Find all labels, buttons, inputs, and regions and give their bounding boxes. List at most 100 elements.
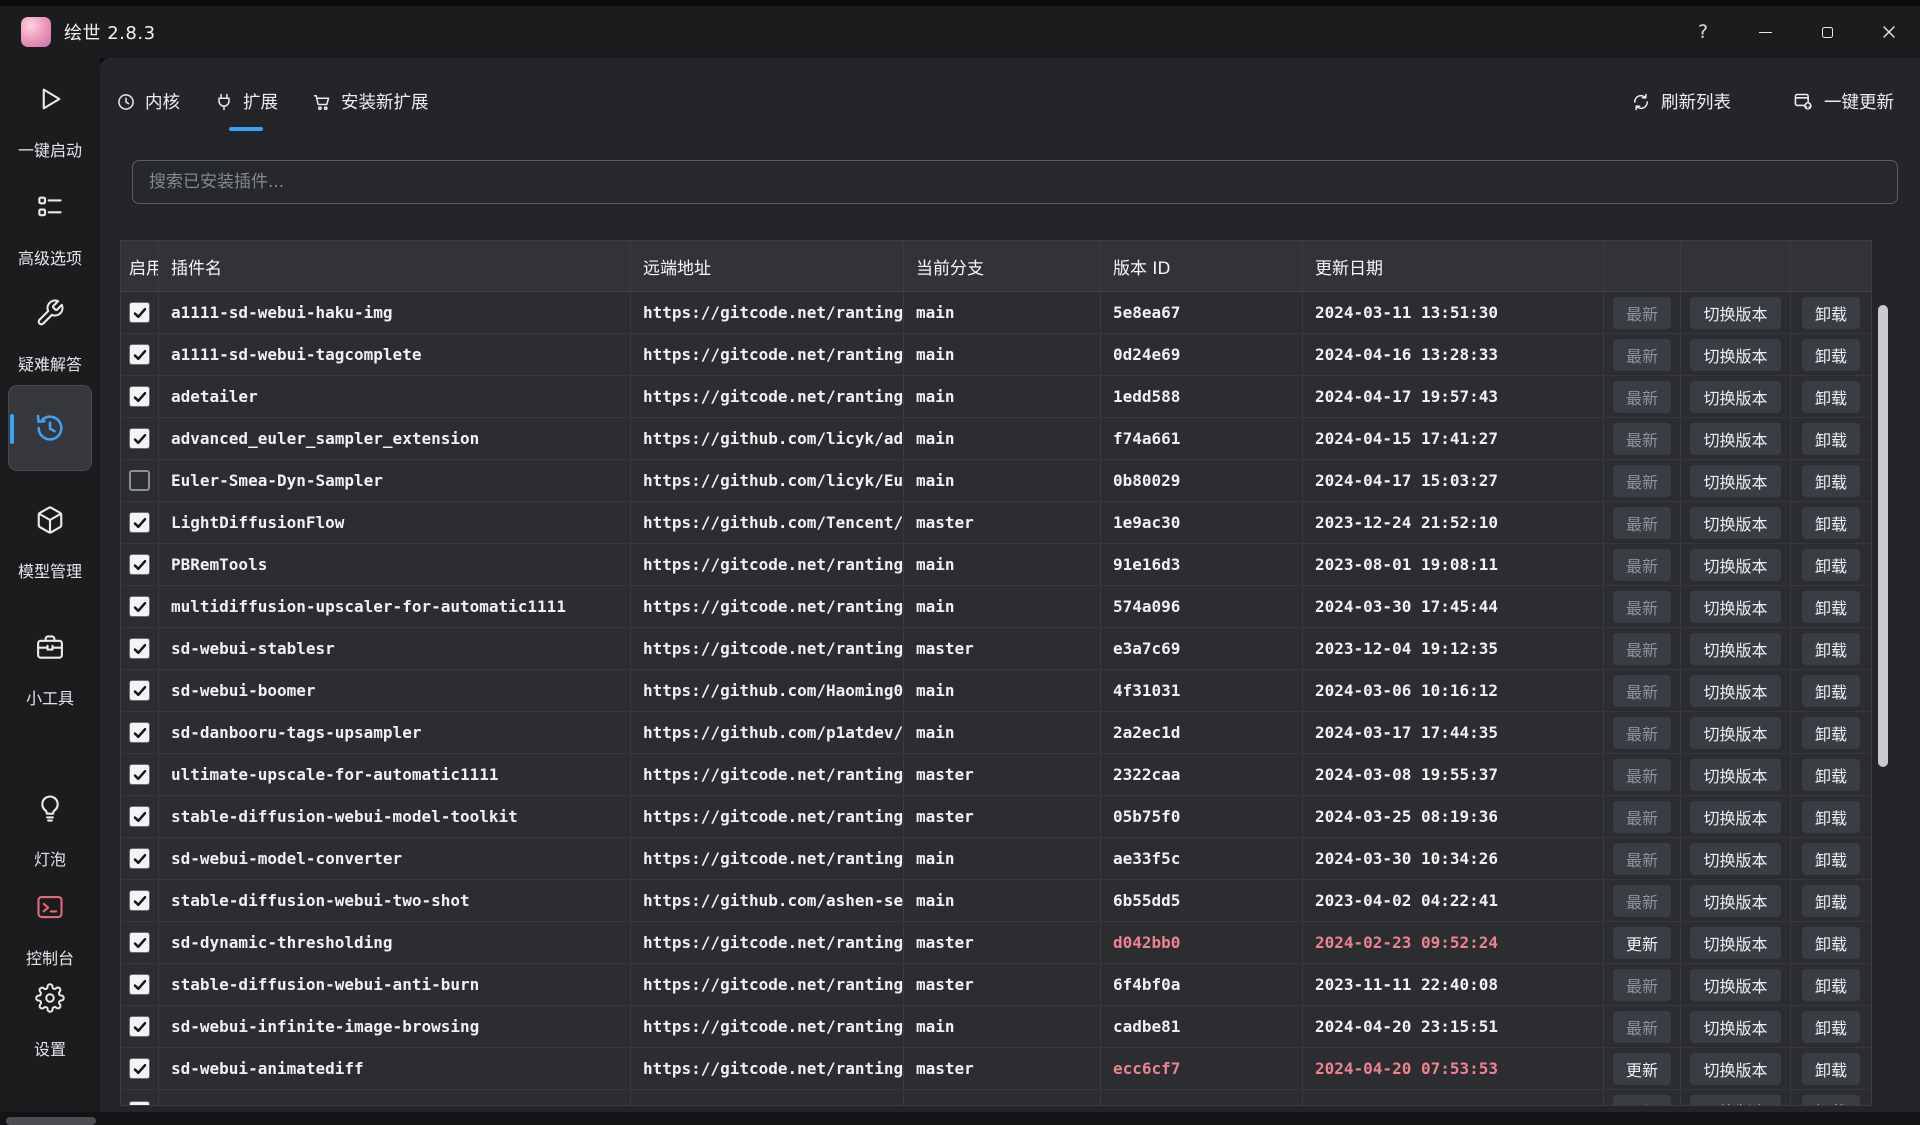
sidebar-item-launch[interactable]: 一键启动: [0, 84, 100, 161]
uninstall-button[interactable]: 卸载: [1802, 843, 1860, 875]
switch-version-button[interactable]: 切换版本: [1690, 633, 1780, 665]
update-status-button[interactable]: 最新: [1613, 297, 1671, 329]
switch-version-button[interactable]: 切换版本: [1690, 969, 1780, 1001]
switch-version-button[interactable]: 切换版本: [1690, 675, 1780, 707]
switch-version-button[interactable]: 切换版本: [1690, 507, 1780, 539]
update-status-button[interactable]: 最新: [1613, 465, 1671, 497]
update-status-button[interactable]: 更新: [1613, 1053, 1671, 1085]
enabled-checkbox[interactable]: [129, 302, 150, 323]
tab-extensions[interactable]: 扩展: [214, 89, 278, 114]
sidebar-item-tools[interactable]: 小工具: [0, 632, 100, 709]
uninstall-button[interactable]: 卸载: [1802, 717, 1860, 749]
uninstall-button[interactable]: 卸载: [1802, 633, 1860, 665]
enabled-checkbox[interactable]: [129, 344, 150, 365]
update-all-button[interactable]: 一键更新: [1793, 89, 1894, 114]
minimize-button[interactable]: [1734, 6, 1796, 58]
switch-version-button[interactable]: 切换版本: [1690, 759, 1780, 791]
enabled-checkbox[interactable]: [129, 722, 150, 743]
switch-version-button[interactable]: 切换版本: [1690, 339, 1780, 371]
enabled-checkbox[interactable]: [129, 1101, 150, 1107]
update-status-button[interactable]: 最新: [1613, 717, 1671, 749]
enabled-checkbox[interactable]: [129, 680, 150, 701]
uninstall-button[interactable]: 卸载: [1802, 507, 1860, 539]
tab-kernel[interactable]: 内核: [116, 89, 180, 114]
update-status-button[interactable]: 最新: [1613, 801, 1671, 833]
update-status-button[interactable]: 最新: [1613, 675, 1671, 707]
update-status-button[interactable]: 最新: [1613, 381, 1671, 413]
enabled-checkbox[interactable]: [129, 1016, 150, 1037]
uninstall-button[interactable]: 卸载: [1802, 1053, 1860, 1085]
vertical-scrollbar-thumb[interactable]: [1878, 305, 1888, 767]
enabled-checkbox[interactable]: [129, 470, 150, 491]
uninstall-button[interactable]: 卸载: [1802, 801, 1860, 833]
update-status-button[interactable]: 最新: [1613, 549, 1671, 581]
refresh-list-button[interactable]: 刷新列表: [1631, 89, 1731, 114]
enabled-checkbox[interactable]: [129, 386, 150, 407]
uninstall-button[interactable]: 卸载: [1802, 885, 1860, 917]
uninstall-button[interactable]: 卸载: [1802, 1095, 1860, 1106]
switch-version-button[interactable]: 切换版本: [1690, 381, 1780, 413]
uninstall-button[interactable]: 卸载: [1802, 381, 1860, 413]
uninstall-button[interactable]: 卸载: [1802, 969, 1860, 1001]
sidebar-item-troubleshoot[interactable]: 疑难解答: [0, 298, 100, 375]
uninstall-button[interactable]: 卸载: [1802, 675, 1860, 707]
update-status-button[interactable]: 最新: [1613, 423, 1671, 455]
enabled-checkbox[interactable]: [129, 512, 150, 533]
search-input[interactable]: [132, 160, 1898, 204]
switch-version-button[interactable]: 切换版本: [1690, 465, 1780, 497]
uninstall-button[interactable]: 卸载: [1802, 423, 1860, 455]
sidebar-item-advanced-options[interactable]: 高级选项: [0, 192, 100, 269]
update-status-button[interactable]: 最新: [1613, 843, 1671, 875]
enabled-checkbox[interactable]: [129, 974, 150, 995]
uninstall-button[interactable]: 卸载: [1802, 759, 1860, 791]
maximize-button[interactable]: [1796, 6, 1858, 58]
switch-version-button[interactable]: 切换版本: [1690, 1011, 1780, 1043]
switch-version-button[interactable]: 切换版本: [1690, 1053, 1780, 1085]
update-status-button[interactable]: 最新: [1613, 339, 1671, 371]
enabled-checkbox[interactable]: [129, 638, 150, 659]
enabled-checkbox[interactable]: [129, 890, 150, 911]
uninstall-button[interactable]: 卸载: [1802, 549, 1860, 581]
update-status-button[interactable]: 最新: [1613, 591, 1671, 623]
sidebar-item-lightbulb[interactable]: 灯泡: [0, 793, 100, 870]
update-status-button[interactable]: 最新: [1613, 1095, 1671, 1106]
switch-version-button[interactable]: 切换版本: [1690, 297, 1780, 329]
switch-version-button[interactable]: 切换版本: [1690, 717, 1780, 749]
update-status-button[interactable]: 更新: [1613, 927, 1671, 959]
uninstall-button[interactable]: 卸载: [1802, 1011, 1860, 1043]
close-button[interactable]: [1858, 6, 1920, 58]
enabled-checkbox[interactable]: [129, 428, 150, 449]
update-status-button[interactable]: 最新: [1613, 885, 1671, 917]
enabled-checkbox[interactable]: [129, 932, 150, 953]
enabled-checkbox[interactable]: [129, 764, 150, 785]
switch-version-button[interactable]: 切换版本: [1690, 549, 1780, 581]
update-status-button[interactable]: 最新: [1613, 759, 1671, 791]
update-status-button[interactable]: 最新: [1613, 633, 1671, 665]
switch-version-button[interactable]: 切换版本: [1690, 591, 1780, 623]
enabled-checkbox[interactable]: [129, 1058, 150, 1079]
switch-version-button[interactable]: 切换版本: [1690, 423, 1780, 455]
sidebar-item-settings[interactable]: 设置: [0, 983, 100, 1060]
uninstall-button[interactable]: 卸载: [1802, 591, 1860, 623]
help-button[interactable]: ?: [1672, 6, 1734, 58]
switch-version-button[interactable]: 切换版本: [1690, 1095, 1780, 1106]
sidebar-item-model-manage[interactable]: 模型管理: [0, 505, 100, 582]
switch-version-button[interactable]: 切换版本: [1690, 927, 1780, 959]
tab-install-new-extension[interactable]: 安装新扩展: [312, 89, 429, 114]
enabled-checkbox[interactable]: [129, 596, 150, 617]
switch-version-button[interactable]: 切换版本: [1690, 843, 1780, 875]
update-status-button[interactable]: 最新: [1613, 1011, 1671, 1043]
enabled-checkbox[interactable]: [129, 848, 150, 869]
uninstall-button[interactable]: 卸载: [1802, 927, 1860, 959]
switch-version-button[interactable]: 切换版本: [1690, 801, 1780, 833]
uninstall-button[interactable]: 卸载: [1802, 465, 1860, 497]
uninstall-button[interactable]: 卸载: [1802, 339, 1860, 371]
enabled-checkbox[interactable]: [129, 554, 150, 575]
switch-version-button[interactable]: 切换版本: [1690, 885, 1780, 917]
update-status-button[interactable]: 最新: [1613, 969, 1671, 1001]
sidebar-item-console[interactable]: 控制台: [0, 892, 100, 969]
sidebar-item-version-manage-selected[interactable]: [8, 385, 92, 471]
uninstall-button[interactable]: 卸载: [1802, 297, 1860, 329]
enabled-checkbox[interactable]: [129, 806, 150, 827]
update-status-button[interactable]: 最新: [1613, 507, 1671, 539]
